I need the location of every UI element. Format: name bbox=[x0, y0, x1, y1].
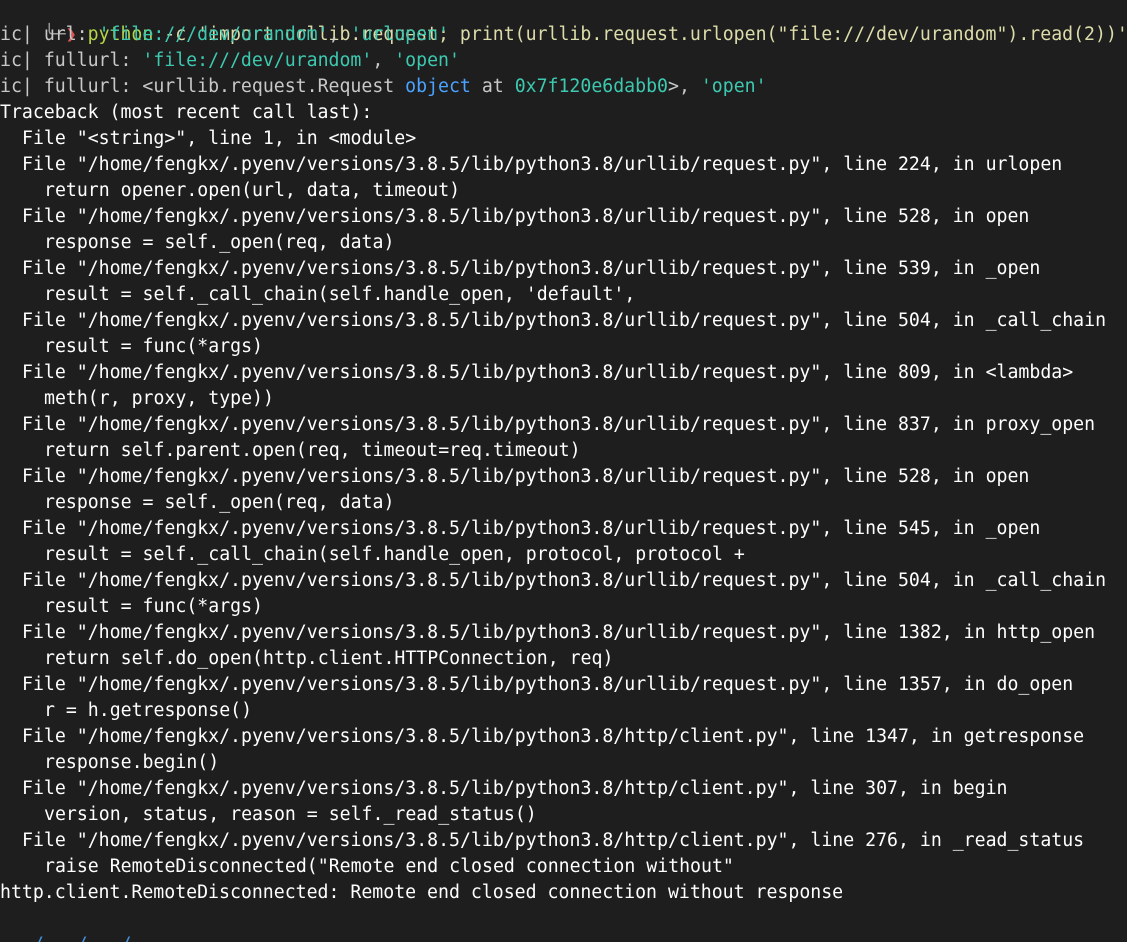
ic-line: ic| fullurl: <urllib.request.Request obj… bbox=[0, 76, 767, 97]
traceback-frame-file: File "/home/fengkx/.pyenv/versions/3.8.5… bbox=[22, 310, 1107, 331]
traceback-frame-code: result = self._call_chain(self.handle_op… bbox=[44, 284, 636, 305]
next-prompt-partial: ~/.../.../... bbox=[0, 932, 1127, 942]
ic-prefix: ic| bbox=[0, 24, 33, 45]
ic-object-close: > bbox=[668, 76, 679, 97]
exception-message: http.client.RemoteDisconnected: Remote e… bbox=[0, 882, 844, 903]
ic-value: 'open' bbox=[700, 76, 767, 97]
ic-value: 'open' bbox=[394, 50, 460, 71]
traceback-frame-code: return opener.open(url, data, timeout) bbox=[44, 180, 461, 201]
traceback-frame-code: return self.parent.open(req, timeout=req… bbox=[44, 440, 581, 461]
traceback-frame-file: File "/home/fengkx/.pyenv/versions/3.8.5… bbox=[22, 154, 1063, 175]
traceback-frame-code: result = func(*args) bbox=[44, 596, 263, 617]
ic-value: 'urlopen' bbox=[350, 24, 449, 45]
traceback-frame-code: response = self._open(req, data) bbox=[44, 232, 395, 253]
ic-prefix: ic| bbox=[0, 76, 33, 97]
ic-value: 'file:///dev/urandom' bbox=[98, 24, 329, 45]
traceback-frame-file: File "<string>", line 1, in <module> bbox=[22, 128, 417, 149]
traceback-frame-code: version, status, reason = self._read_sta… bbox=[44, 804, 537, 825]
traceback-frame-file: File "/home/fengkx/.pyenv/versions/3.8.5… bbox=[22, 570, 1107, 591]
traceback-frame-file: File "/home/fengkx/.pyenv/versions/3.8.5… bbox=[22, 726, 1085, 747]
traceback-frame-code: result = func(*args) bbox=[44, 336, 263, 357]
terminal-output[interactable]: ╰─❯ python -c 'import urllib.request; pr… bbox=[0, 0, 1127, 942]
traceback-frame-code: meth(r, proxy, type)) bbox=[44, 388, 274, 409]
traceback-frame-code: return self.do_open(http.client.HTTPConn… bbox=[44, 648, 614, 669]
command-line: ╰─❯ python -c 'import urllib.request; pr… bbox=[0, 0, 1127, 45]
traceback-frame-file: File "/home/fengkx/.pyenv/versions/3.8.5… bbox=[22, 830, 1085, 851]
ic-key: fullurl bbox=[43, 76, 121, 97]
ic-object-at: at bbox=[470, 76, 515, 97]
ic-key: url bbox=[43, 24, 77, 45]
ic-line: ic| fullurl: 'file:///dev/urandom', 'ope… bbox=[0, 50, 460, 71]
traceback-frame-file: File "/home/fengkx/.pyenv/versions/3.8.5… bbox=[22, 362, 1074, 383]
ic-key: fullurl bbox=[43, 50, 121, 71]
ic-object-keyword: object bbox=[405, 76, 471, 97]
traceback-frame-code: r = h.getresponse() bbox=[44, 700, 253, 721]
ic-value: 'file:///dev/urandom' bbox=[142, 50, 373, 71]
traceback-frame-file: File "/home/fengkx/.pyenv/versions/3.8.5… bbox=[22, 206, 1030, 227]
traceback-frame-code: result = self._call_chain(self.handle_op… bbox=[44, 544, 745, 565]
traceback-frame-file: File "/home/fengkx/.pyenv/versions/3.8.5… bbox=[22, 414, 1096, 435]
traceback-frame-file: File "/home/fengkx/.pyenv/versions/3.8.5… bbox=[22, 258, 1041, 279]
traceback-frame-file: File "/home/fengkx/.pyenv/versions/3.8.5… bbox=[22, 466, 1030, 487]
traceback-frame-file: File "/home/fengkx/.pyenv/versions/3.8.5… bbox=[22, 778, 1008, 799]
traceback-header: Traceback (most recent call last): bbox=[0, 102, 373, 123]
traceback-frame-file: File "/home/fengkx/.pyenv/versions/3.8.5… bbox=[22, 622, 1096, 643]
ic-prefix: ic| bbox=[0, 50, 33, 71]
ic-object-address: 0x7f120e6dabb0 bbox=[514, 76, 668, 97]
traceback-frame-code: response = self._open(req, data) bbox=[44, 492, 395, 513]
ic-object-repr: <urllib.request.Request bbox=[142, 76, 406, 97]
traceback-frame-file: File "/home/fengkx/.pyenv/versions/3.8.5… bbox=[22, 518, 1041, 539]
traceback-frame-file: File "/home/fengkx/.pyenv/versions/3.8.5… bbox=[22, 674, 1074, 695]
traceback-frame-code: raise RemoteDisconnected("Remote end clo… bbox=[44, 856, 734, 877]
traceback-frame-code: response.begin() bbox=[44, 752, 220, 773]
